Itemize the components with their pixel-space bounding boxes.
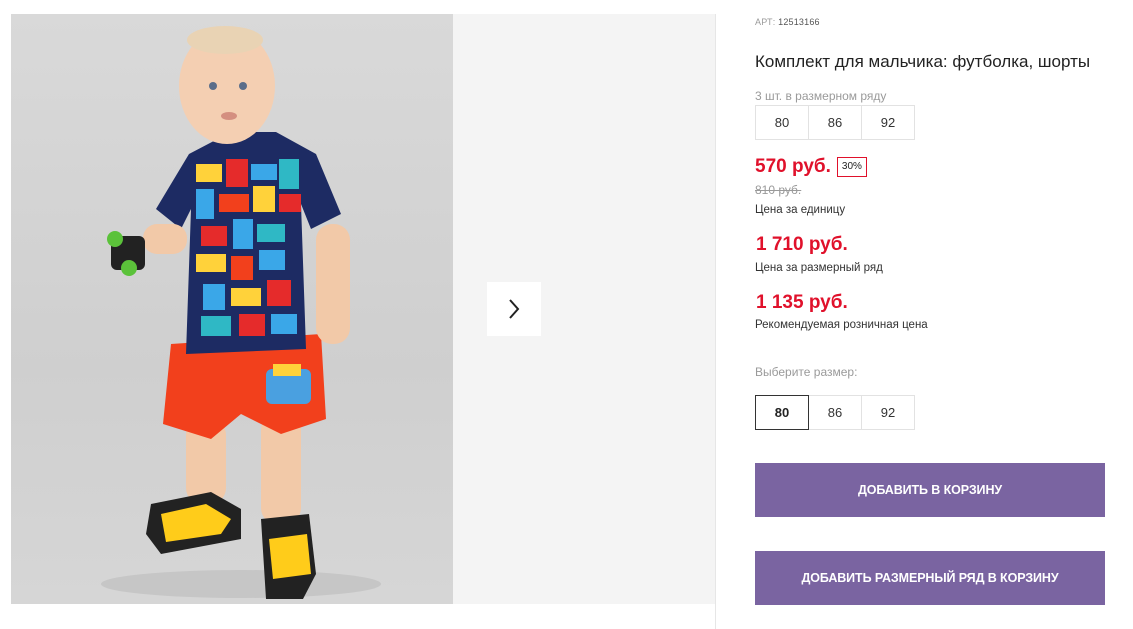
pack-price-label: Цена за размерный ряд (755, 262, 883, 274)
pack-label: 3 шт. в размерном ряду (755, 89, 887, 103)
pack-price: 1 710 руб. (756, 234, 848, 255)
vertical-divider (715, 14, 716, 629)
current-price: 570 руб. (755, 156, 831, 177)
pack-size-80: 80 (755, 105, 809, 140)
article-value: 12513166 (778, 17, 820, 27)
product-page: АРТ: 12513166 Комплект для мальчика: фут… (0, 0, 1133, 629)
product-title: Комплект для мальчика: футболка, шорты (755, 52, 1091, 71)
retail-price-label: Рекомендуемая розничная цена (755, 319, 928, 331)
old-price: 810 руб. (755, 183, 802, 197)
child-illustration (101, 26, 381, 599)
pack-size-92: 92 (861, 105, 915, 140)
add-to-cart-button[interactable]: ДОБАВИТЬ В КОРЗИНУ (755, 463, 1105, 517)
size-option-80[interactable]: 80 (755, 395, 809, 430)
article-label: АРТ: (755, 17, 776, 27)
unit-price-label: Цена за единицу (755, 204, 846, 216)
add-pack-to-cart-button[interactable]: ДОБАВИТЬ РАЗМЕРНЫЙ РЯД В КОРЗИНУ (755, 551, 1105, 605)
pack-sizes: 80 86 92 (755, 105, 915, 140)
product-photo[interactable] (11, 14, 453, 604)
discount-badge: 30% (836, 157, 867, 177)
size-option-92[interactable]: 92 (861, 395, 915, 430)
product-gallery (11, 14, 715, 604)
retail-price: 1 135 руб. (756, 292, 848, 313)
choose-size-label: Выберите размер: (755, 365, 858, 379)
pack-size-86: 86 (808, 105, 862, 140)
price-row: 570 руб. 30% (755, 156, 867, 178)
size-selector: 80 86 92 (755, 395, 915, 430)
size-option-86[interactable]: 86 (808, 395, 862, 430)
gallery-next-button[interactable] (487, 282, 541, 336)
article-number: АРТ: 12513166 (755, 17, 820, 27)
chevron-right-icon (509, 299, 520, 319)
